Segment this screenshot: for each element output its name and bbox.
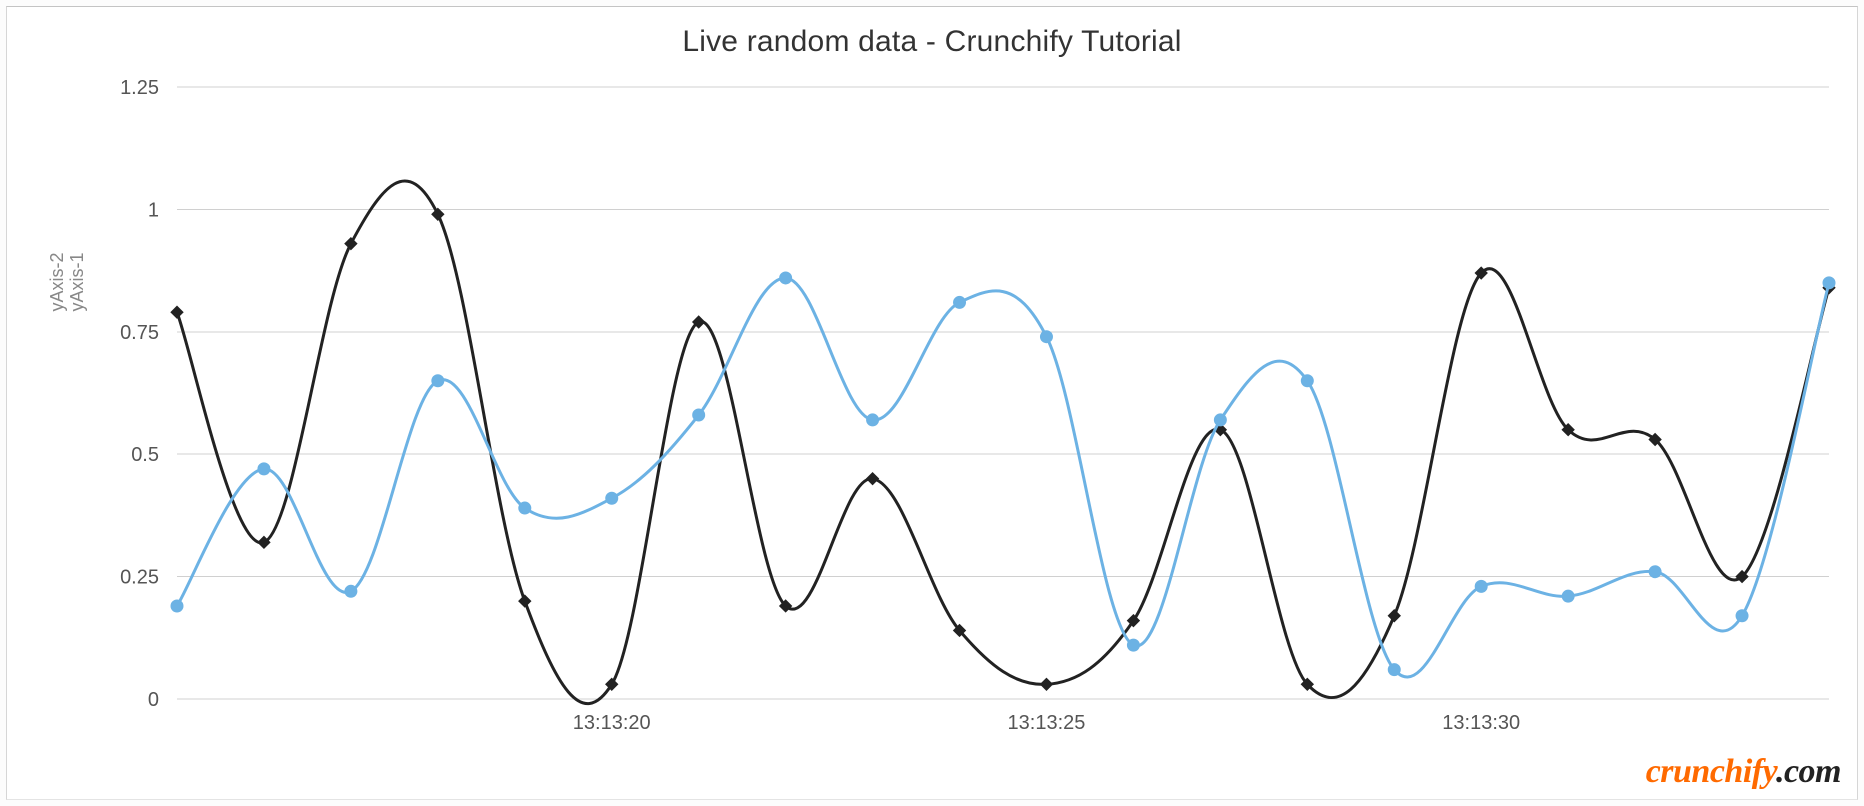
circle-marker [1736, 610, 1748, 622]
y-tick-label: 0.25 [120, 567, 159, 589]
circle-marker [1214, 414, 1226, 426]
brand-logo: crunchify.com [1646, 753, 1841, 791]
circle-marker [1127, 639, 1139, 651]
logo-text-black: .com [1776, 753, 1841, 790]
circle-marker [606, 492, 618, 504]
chart-svg: 00.250.50.7511.2513:13:2013:13:2513:13:3… [167, 87, 1829, 739]
circle-marker [258, 463, 270, 475]
plot-area[interactable]: 00.250.50.7511.2513:13:2013:13:2513:13:3… [167, 87, 1829, 739]
series-line-yAxis-1 [177, 181, 1829, 704]
circle-marker [345, 585, 357, 597]
logo-text-orange: crunchify [1646, 753, 1776, 790]
y-tick-label: 0 [148, 689, 159, 711]
diamond-marker [171, 306, 183, 318]
circle-marker [432, 375, 444, 387]
y-tick-label: 1.25 [120, 77, 159, 99]
circle-marker [1823, 277, 1835, 289]
circle-marker [1562, 590, 1574, 602]
y-axis-2-label: yAxis-2 [47, 222, 68, 342]
x-tick-label: 13:13:30 [1442, 712, 1520, 734]
circle-marker [1040, 331, 1052, 343]
diamond-marker [345, 238, 357, 250]
circle-marker [519, 502, 531, 514]
y-tick-label: 0.75 [120, 322, 159, 344]
circle-marker [867, 414, 879, 426]
x-tick-label: 13:13:25 [1008, 712, 1086, 734]
diamond-marker [867, 473, 879, 485]
circle-marker [1649, 566, 1661, 578]
series-line-yAxis-2 [177, 278, 1829, 677]
circle-marker [1301, 375, 1313, 387]
chart-title: Live random data - Crunchify Tutorial [7, 25, 1857, 59]
y-tick-label: 0.5 [131, 444, 159, 466]
circle-marker [1388, 664, 1400, 676]
x-tick-label: 13:13:20 [573, 712, 651, 734]
chart-frame: Live random data - Crunchify Tutorial yA… [6, 6, 1858, 800]
y-grid [177, 87, 1829, 699]
diamond-marker [1388, 610, 1400, 622]
circle-marker [954, 296, 966, 308]
circle-marker [780, 272, 792, 284]
diamond-marker [519, 595, 531, 607]
diamond-marker [1040, 678, 1052, 690]
diamond-marker [432, 208, 444, 220]
circle-marker [1475, 580, 1487, 592]
y-axis-1-label: yAxis-1 [67, 222, 88, 342]
y-tick-label: 1 [148, 199, 159, 221]
circle-marker [693, 409, 705, 421]
circle-marker [171, 600, 183, 612]
